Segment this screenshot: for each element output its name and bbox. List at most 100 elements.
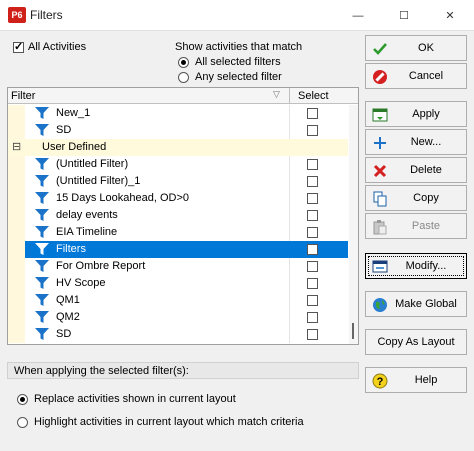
new-button[interactable]: New... (365, 129, 467, 155)
highlight-activities-radio[interactable]: Highlight activities in current layout w… (17, 416, 304, 428)
svg-text:?: ? (377, 376, 384, 388)
select-checkbox[interactable] (307, 125, 318, 136)
row-indent-gutter (8, 173, 25, 190)
select-checkbox[interactable] (307, 295, 318, 306)
row-indent-gutter (8, 105, 25, 122)
modify-button[interactable]: Modify... (365, 253, 467, 279)
show-match-title: Show activities that match (175, 41, 303, 53)
filter-row-label: (Untitled Filter)_1 (56, 175, 141, 187)
copy-label: Copy (413, 192, 439, 204)
radio-icon[interactable] (17, 393, 28, 405)
row-indent-gutter (8, 156, 25, 173)
filter-row[interactable]: SD (8, 326, 348, 343)
filter-row[interactable]: EIA Timeline (8, 224, 348, 241)
ok-button[interactable]: OK (365, 35, 467, 61)
modify-label: Modify... (405, 260, 447, 272)
select-checkbox[interactable] (307, 278, 318, 289)
row-indent-gutter (8, 292, 25, 309)
filter-row-label: HV Scope (56, 277, 106, 289)
filter-row[interactable]: QM1 (8, 292, 348, 309)
filter-row[interactable]: delay events (8, 207, 348, 224)
radio-icon[interactable] (178, 71, 189, 83)
radio-icon[interactable] (178, 56, 189, 68)
all-activities-checkbox[interactable]: All Activities (13, 40, 86, 53)
copy-as-layout-button[interactable]: Copy As Layout (365, 329, 467, 355)
funnel-icon (35, 311, 49, 323)
filter-row[interactable]: 15 Days Lookahead, OD>0 (8, 190, 348, 207)
filter-row[interactable]: HV Scope (8, 275, 348, 292)
funnel-icon (35, 107, 49, 119)
match-any-label: Any selected filter (195, 71, 282, 83)
collapse-toggle-icon[interactable]: ⊟ (12, 140, 21, 153)
help-button[interactable]: ? Help (365, 367, 467, 393)
vertical-scrollbar[interactable] (349, 105, 358, 344)
scrollbar-thumb[interactable] (352, 323, 354, 339)
column-filter-icon[interactable]: ▽ (273, 89, 280, 100)
replace-activities-label: Replace activities shown in current layo… (34, 393, 236, 405)
select-checkbox[interactable] (307, 227, 318, 238)
filter-row-label: 15 Days Lookahead, OD>0 (56, 192, 190, 204)
filter-row-label: delay events (56, 209, 118, 221)
cell-divider (289, 224, 290, 241)
copy-icon (373, 191, 387, 207)
column-header-filter[interactable]: Filter (11, 90, 35, 102)
cell-divider (289, 190, 290, 207)
funnel-icon (35, 209, 49, 221)
select-checkbox[interactable] (307, 159, 318, 170)
cell-divider (289, 241, 290, 258)
match-all-radio[interactable]: All selected filters (178, 56, 281, 68)
filter-row[interactable]: SD (8, 122, 348, 139)
filter-row[interactable]: New_1 (8, 105, 348, 122)
copy-button[interactable]: Copy (365, 185, 467, 211)
filter-row-label: New_1 (56, 107, 91, 119)
row-indent-gutter (8, 275, 25, 292)
checkbox-icon[interactable] (13, 40, 24, 53)
cell-divider (289, 275, 290, 292)
modify-icon (372, 260, 388, 273)
filter-row-label: SD (56, 328, 72, 340)
minimize-button[interactable]: — (335, 0, 381, 31)
column-header-select[interactable]: Select (298, 90, 329, 102)
column-divider[interactable] (289, 88, 290, 104)
replace-activities-radio[interactable]: Replace activities shown in current layo… (17, 393, 236, 405)
filter-row[interactable]: (Untitled Filter)_1 (8, 173, 348, 190)
cell-divider (289, 156, 290, 173)
filter-group-row[interactable]: ⊟ User Defined (8, 139, 348, 156)
select-checkbox[interactable] (307, 329, 318, 340)
select-checkbox[interactable] (307, 244, 318, 255)
filter-row[interactable]: For Ombre Report (8, 258, 348, 275)
paste-button[interactable]: Paste (365, 213, 467, 239)
filter-row-label: QM2 (56, 311, 80, 323)
filter-row[interactable]: (Untitled Filter) (8, 156, 348, 173)
select-checkbox[interactable] (307, 312, 318, 323)
make-global-label: Make Global (395, 298, 457, 310)
copy-as-layout-label: Copy As Layout (377, 336, 455, 348)
maximize-button[interactable]: ☐ (381, 0, 427, 31)
apply-label: Apply (412, 108, 440, 120)
radio-icon[interactable] (17, 416, 28, 428)
make-global-button[interactable]: Make Global (365, 291, 467, 317)
select-checkbox[interactable] (307, 210, 318, 221)
help-icon: ? (372, 373, 388, 389)
funnel-icon (35, 226, 49, 238)
highlight-activities-label: Highlight activities in current layout w… (34, 416, 304, 428)
new-label: New... (410, 136, 442, 148)
match-any-radio[interactable]: Any selected filter (178, 71, 282, 83)
grid-header: Filter ▽ Select (8, 88, 358, 104)
apply-button[interactable]: Apply (365, 101, 467, 127)
select-checkbox[interactable] (307, 261, 318, 272)
select-checkbox[interactable] (307, 193, 318, 204)
delete-button[interactable]: Delete (365, 157, 467, 183)
cancel-button[interactable]: Cancel (365, 63, 467, 89)
window-title: Filters (30, 8, 63, 22)
select-checkbox[interactable] (307, 108, 318, 119)
help-label: Help (414, 374, 438, 386)
row-indent-gutter (8, 326, 25, 343)
filter-row[interactable]: QM2 (8, 309, 348, 326)
globe-icon (373, 298, 387, 312)
funnel-icon (35, 192, 49, 204)
filter-row[interactable]: Filters (8, 241, 348, 258)
select-checkbox[interactable] (307, 176, 318, 187)
close-button[interactable]: ✕ (427, 0, 473, 31)
cell-divider (289, 207, 290, 224)
